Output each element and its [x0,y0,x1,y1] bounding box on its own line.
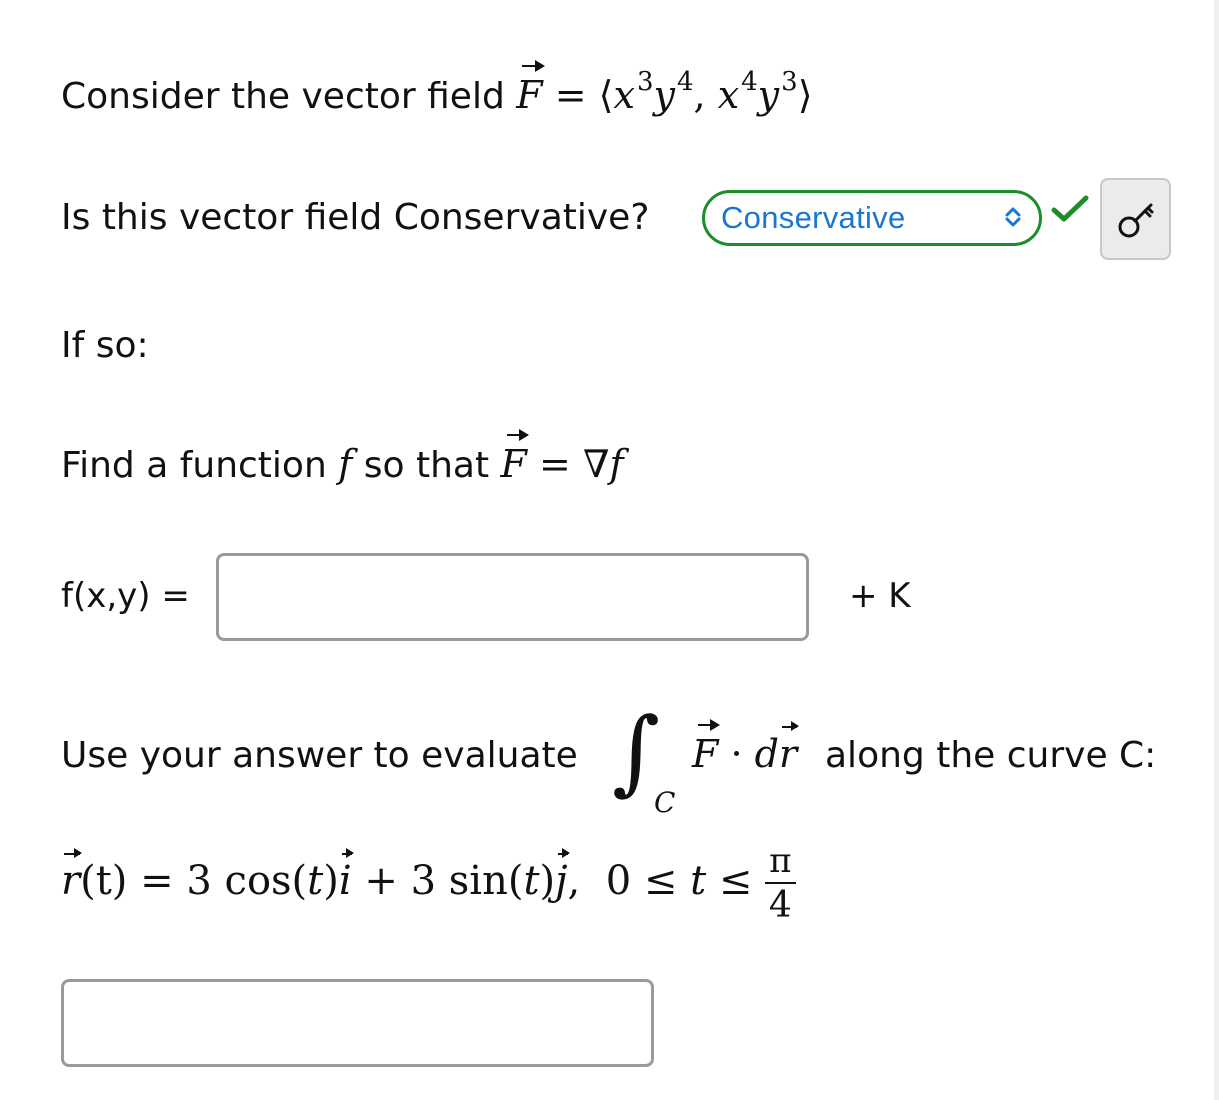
range-end-fraction: π 4 [765,841,796,926]
equals-sign: = [554,73,587,117]
plus-sign: + [364,858,398,904]
scrollbar-track[interactable] [1214,0,1219,1100]
find-text: Find a function [61,445,327,486]
key-button[interactable] [1100,178,1171,260]
equals-sign: = [539,442,571,486]
nabla-symbol: ∇ [582,442,610,486]
integral-subscript: C [654,786,676,819]
vector-F: F [500,429,530,486]
var-y: y [653,73,675,117]
conservative-select[interactable]: Conservative [702,190,1042,246]
exponent: 3 [781,67,798,97]
sin-term: 3 sin( [410,858,524,904]
exponent: 4 [741,67,758,97]
vector-r: r [778,721,800,776]
exponent: 4 [676,67,694,97]
var-t: t [690,858,707,904]
if-so-text: If so: [61,325,149,366]
unit-vector-j: j [555,848,571,904]
fxy-label-text: f(x,y) [61,576,151,616]
intro-text: Consider the vector field [61,76,505,117]
paren-close: ) [323,858,339,904]
angle-close: ⟩ [797,73,813,117]
range-start: 0 [605,858,632,904]
less-equal: ≤ [718,858,753,904]
less-equal: ≤ [643,858,678,904]
t-argument: (t) [80,858,128,904]
curve-definition: r(t) = 3 cos(t)i + 3 sin(t)j, 0 ≤ t ≤ π … [61,842,796,926]
vector-F: F [516,60,546,117]
fxy-equals: = [161,576,190,616]
var-t: t [523,858,540,904]
so-that-text: so that [363,445,490,486]
comma: , [693,73,706,117]
conservative-question: Is this vector field Conservative? [61,197,650,238]
integral-answer-input[interactable] [61,979,654,1067]
fraction-bar [765,882,796,884]
exponent: 3 [636,67,654,97]
var-t: t [307,858,324,904]
integral-sign: ∫ [612,698,660,805]
paren-close: ) [539,858,556,904]
vector-r: r [61,848,83,904]
unit-vector-i: i [338,848,354,904]
key-icon [1118,203,1154,238]
var-y: y [757,73,780,117]
cos-term: 3 cos( [186,858,308,904]
function-f: f [338,442,353,486]
fraction-numerator: π [769,841,792,881]
var-x: x [613,73,635,117]
plus-k-text: + K [849,576,911,616]
function-f: f [609,442,624,486]
fxy-label: f(x,y) = [61,576,190,616]
equals-sign: = [140,858,174,904]
along-curve-text: along the curve C: [825,735,1157,776]
vector-F: F [692,719,721,776]
vector-field-formula: F = ⟨x3y4, x4y3⟩ [516,60,813,117]
checkmark-icon [1051,195,1089,222]
vector-field-statement: Consider the vector field F = ⟨x3y4, x4y… [61,60,813,119]
comma: , [567,858,581,904]
differential-d: d [754,732,779,776]
find-function-statement: Find a function f so that F = ∇f [61,429,624,488]
conservative-select-value: Conservative [721,200,906,235]
integrand: F · dr [692,719,800,776]
angle-open: ⟨ [598,73,614,117]
fraction-denominator: 4 [768,885,792,926]
fxy-input[interactable] [216,553,809,641]
chevron-up-down-icon [1005,207,1021,227]
dot-operator: · [730,732,743,776]
evaluate-text: Use your answer to evaluate [61,735,578,776]
var-x: x [717,73,740,117]
